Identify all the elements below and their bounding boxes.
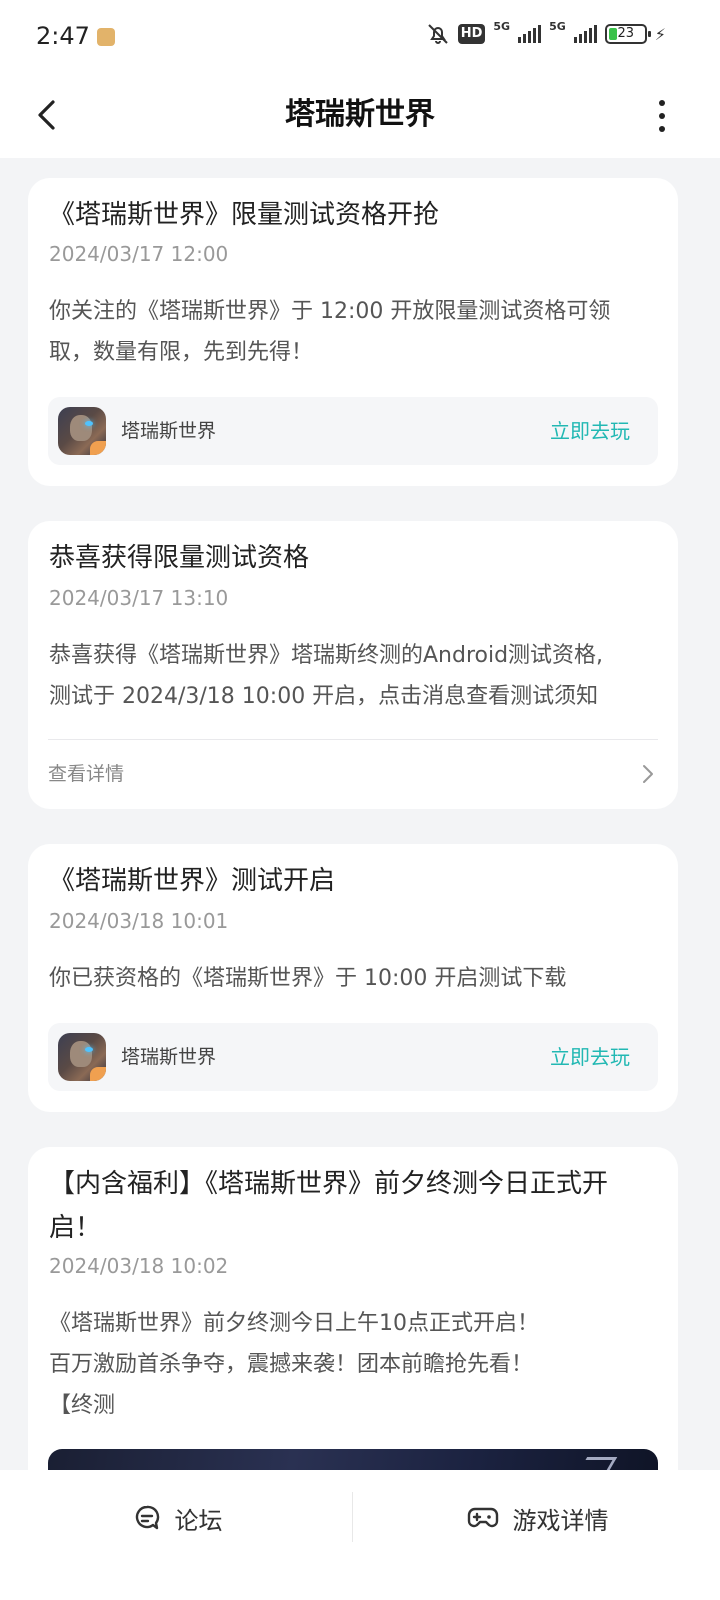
game-detail-button[interactable]: 游戏详情: [355, 1470, 720, 1566]
message-title: 《塔瑞斯世界》测试开启: [49, 866, 336, 896]
message-card[interactable]: 《塔瑞斯世界》测试开启 2024/03/18 10:01 你已获资格的《塔瑞斯世…: [28, 844, 678, 1112]
game-name: 塔瑞斯世界: [121, 420, 217, 442]
signal-icon-2: [573, 25, 597, 43]
game-name: 塔瑞斯世界: [121, 1046, 217, 1068]
message-time: 2024/03/17 12:00: [49, 242, 229, 266]
message-body-line: 百万激励首杀争夺，震撼来袭！团本前瞻抢先看！: [49, 1352, 534, 1377]
battery-icon: 23: [604, 24, 651, 44]
game-entry[interactable]: 塔瑞斯世界 立即去玩: [48, 397, 658, 465]
more-options-button[interactable]: [646, 94, 678, 138]
bottom-bar-divider: [352, 1492, 353, 1542]
message-card[interactable]: 《塔瑞斯世界》限量测试资格开抢 2024/03/17 12:00 你关注的《塔瑞…: [28, 178, 678, 486]
play-now-button[interactable]: 立即去玩: [550, 397, 630, 465]
bottom-action-bar: 论坛 游戏详情: [0, 1470, 720, 1600]
view-details-label: 查看详情: [48, 763, 125, 785]
top-nav-bar: 塔瑞斯世界: [0, 72, 720, 158]
status-bar: 2:47 HD 5G 5G 23 ⚡: [0, 0, 720, 72]
game-entry[interactable]: 塔瑞斯世界 立即去玩: [48, 1023, 658, 1091]
message-time: 2024/03/18 10:01: [49, 909, 229, 933]
game-icon: [58, 407, 106, 455]
play-now-button[interactable]: 立即去玩: [550, 1023, 630, 1091]
message-body-line: 你关注的《塔瑞斯世界》于 12:00 开放限量测试资格可领: [49, 299, 611, 324]
notification-app-icon: [97, 28, 115, 46]
page-title: 塔瑞斯世界: [285, 97, 435, 132]
message-body-line: 测试于 2024/3/18 10:00 开启，点击消息查看测试须知: [49, 684, 599, 709]
message-title: 【内含福利】《塔瑞斯世界》前夕终测今日正式开: [49, 1169, 609, 1199]
hd-icon: HD: [457, 24, 486, 44]
message-body-line: 你已获资格的《塔瑞斯世界》于 10:00 开启测试下载: [49, 966, 567, 991]
message-card[interactable]: 【内含福利】《塔瑞斯世界》前夕终测今日正式开 启！ 2024/03/18 10:…: [28, 1147, 678, 1507]
message-time: 2024/03/18 10:02: [49, 1254, 229, 1278]
message-body-line: 恭喜获得《塔瑞斯世界》塔瑞斯终测的Android测试资格,: [49, 643, 604, 668]
view-details-link[interactable]: 查看详情: [48, 740, 658, 808]
message-body-line: 《塔瑞斯世界》前夕终测今日上午10点正式开启！: [49, 1311, 539, 1336]
gamepad-icon: [467, 1507, 498, 1528]
forum-chat-icon: [135, 1505, 159, 1530]
message-time: 2024/03/17 13:10: [49, 586, 229, 610]
status-time: 2:47: [36, 22, 90, 50]
status-indicators: HD 5G 5G 23 ⚡: [426, 19, 666, 46]
more-dots-icon: [659, 100, 665, 106]
game-detail-label: 游戏详情: [512, 1506, 609, 1535]
message-title: 启！: [49, 1213, 102, 1243]
message-title: 《塔瑞斯世界》限量测试资格开抢: [49, 200, 440, 230]
network-label-2: 5G: [549, 19, 566, 33]
forum-button[interactable]: 论坛: [0, 1470, 355, 1566]
message-body-line: 【终测: [49, 1393, 116, 1418]
mute-bell-icon: [428, 24, 448, 44]
message-body-line: 取，数量有限，先到先得！: [49, 340, 314, 365]
game-icon: [58, 1033, 106, 1081]
signal-icon: [518, 25, 542, 43]
network-label-1: 5G: [493, 19, 511, 33]
charging-icon: ⚡: [654, 24, 666, 44]
chevron-right-icon: [643, 765, 653, 783]
message-title: 恭喜获得限量测试资格: [49, 543, 310, 573]
message-card[interactable]: 恭喜获得限量测试资格 2024/03/17 13:10 恭喜获得《塔瑞斯世界》塔…: [28, 521, 678, 809]
forum-label: 论坛: [174, 1506, 223, 1535]
